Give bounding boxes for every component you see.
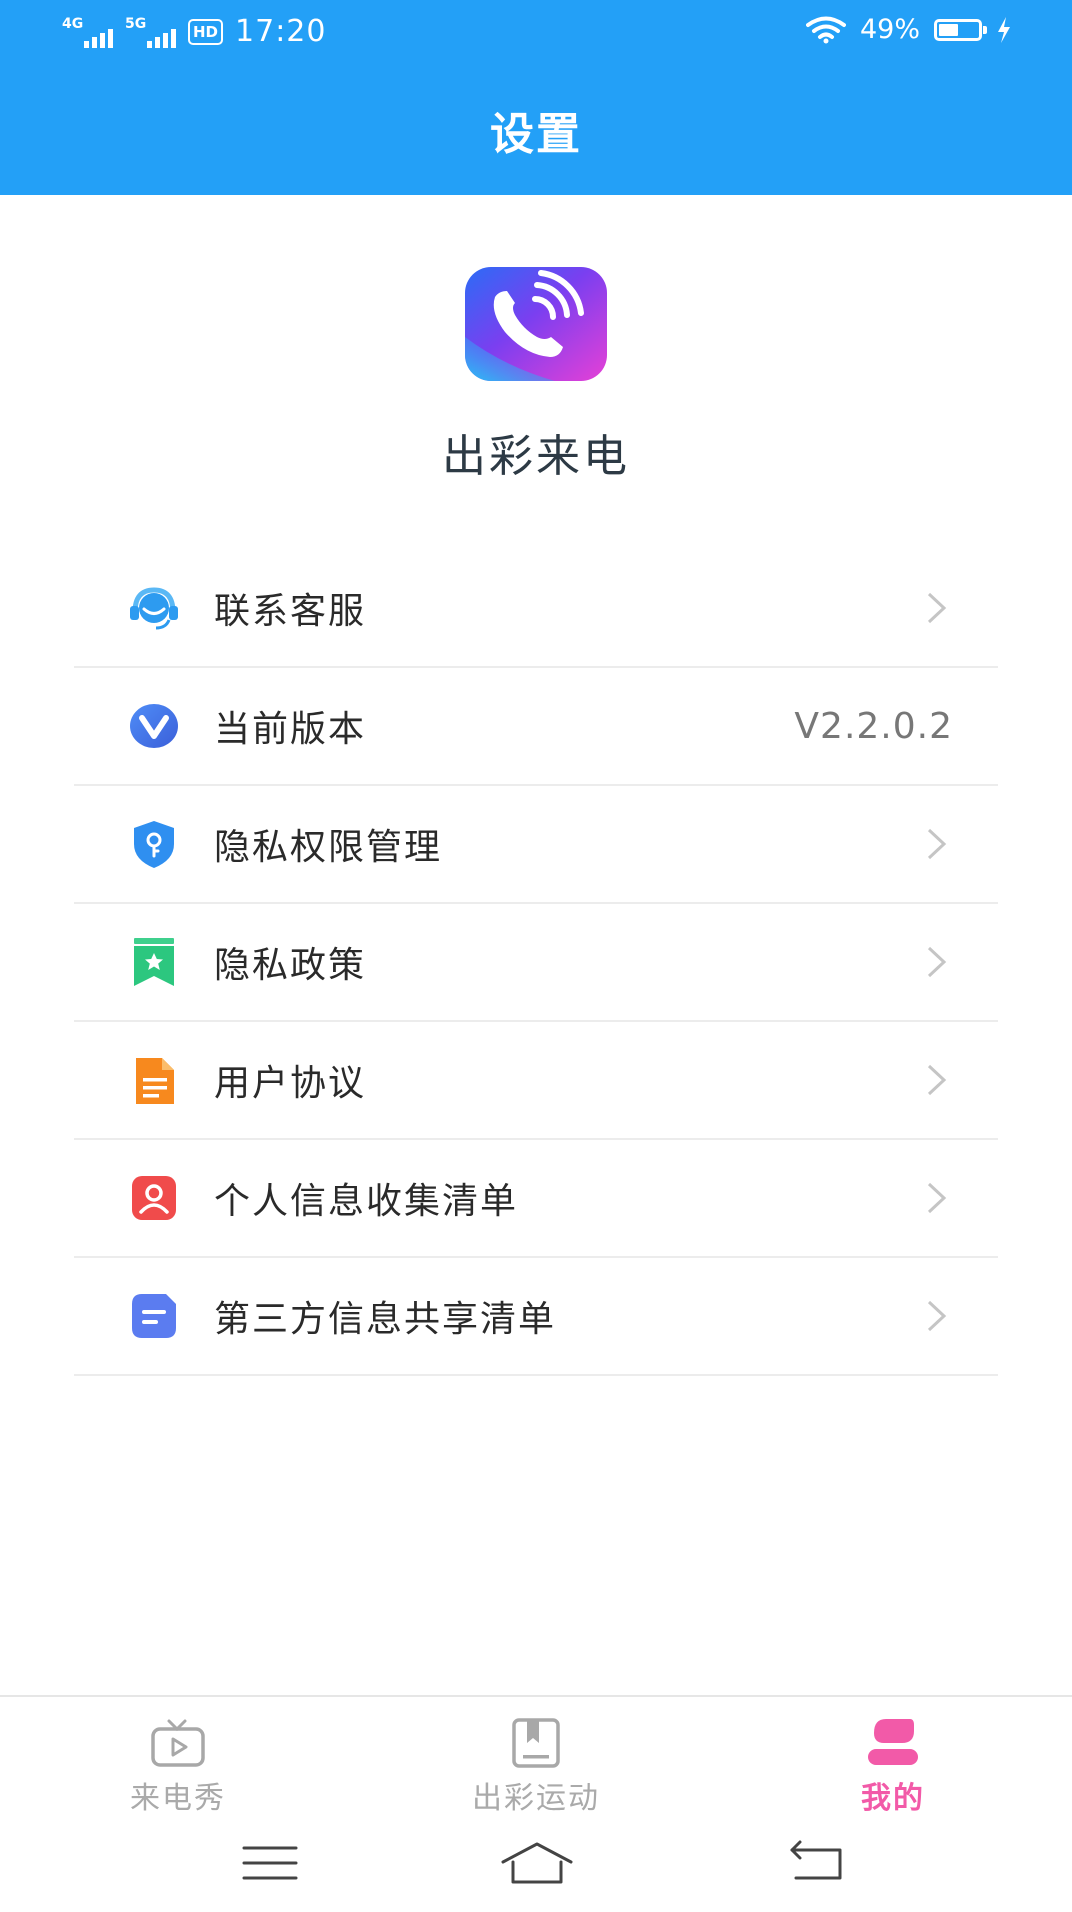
chevron-right-icon: [927, 1300, 947, 1332]
settings-screen: 4G 5G HD 17:20 49% 设置 出彩来电 联系客服 当前版本 V2.…: [0, 0, 1072, 1912]
top-bar: 4G 5G HD 17:20 49% 设置: [0, 0, 1072, 195]
hd-voice-icon: HD: [188, 18, 224, 45]
chevron-right-icon: [927, 1064, 947, 1096]
headset-icon: [130, 587, 178, 630]
menu-item-label: 第三方信息共享清单: [214, 1299, 557, 1340]
menu-item-third-party-sharing[interactable]: 第三方信息共享清单: [74, 1258, 998, 1376]
battery-icon: [934, 18, 987, 41]
tab-label: 来电秀: [130, 1781, 226, 1816]
tab-label: 出彩运动: [472, 1781, 600, 1816]
menu-icon[interactable]: [230, 1838, 310, 1888]
clock: 17:20: [235, 14, 327, 49]
menu-item-privacy-permissions[interactable]: 隐私权限管理: [74, 786, 998, 904]
menu-item-user-agreement[interactable]: 用户协议: [74, 1022, 998, 1140]
back-icon[interactable]: [778, 1838, 858, 1888]
wifi-icon: [805, 16, 846, 43]
list-card-icon: [132, 1294, 176, 1338]
status-bar: 4G 5G HD 17:20 49%: [0, 0, 1072, 68]
shield-key-icon: [134, 821, 174, 868]
page-title: 设置: [490, 109, 582, 160]
profile-icon: [868, 1719, 918, 1765]
menu-item-label: 当前版本: [214, 709, 367, 750]
menu-item-privacy-policy[interactable]: 隐私政策: [74, 904, 998, 1022]
user-card-icon: [132, 1176, 176, 1220]
network-label-2: 5G: [125, 15, 147, 32]
version-value: V2.2.0.2: [794, 705, 953, 747]
menu-item-customer-service[interactable]: 联系客服: [74, 550, 998, 668]
charging-icon: [998, 16, 1010, 43]
tab-label: 我的: [861, 1781, 925, 1816]
chevron-right-icon: [927, 828, 947, 860]
battery-fill: [939, 23, 958, 36]
tv-play-icon: [151, 1719, 205, 1767]
chevron-right-icon: [927, 592, 947, 624]
signal-5g-icon: 5G: [125, 16, 176, 48]
book-icon: [512, 1718, 560, 1768]
tab-mine[interactable]: 我的: [763, 1697, 1023, 1822]
status-right: 49%: [805, 14, 1012, 45]
network-label-1: 4G: [62, 15, 84, 32]
app-name: 出彩来电: [442, 431, 630, 482]
chevron-right-icon: [927, 946, 947, 978]
app-logo: [465, 267, 607, 381]
battery-percent: 49%: [859, 14, 920, 45]
home-icon[interactable]: [497, 1838, 577, 1888]
menu-item-label: 隐私政策: [214, 945, 367, 986]
menu-item-label: 个人信息收集清单: [214, 1181, 519, 1222]
document-icon: [136, 1058, 174, 1104]
tab-call-show[interactable]: 来电秀: [48, 1697, 308, 1822]
signal-4g-icon: 4G: [62, 16, 113, 48]
settings-menu: 联系客服 当前版本 V2.2.0.2 隐私权限管理 隐私政策 用户协议 个人信息…: [74, 550, 998, 1376]
chevron-right-icon: [927, 1182, 947, 1214]
status-left: 4G 5G HD 17:20: [62, 14, 326, 49]
menu-item-label: 用户协议: [214, 1063, 367, 1104]
system-nav-bar: [0, 1820, 1072, 1912]
menu-item-current-version[interactable]: 当前版本 V2.2.0.2: [74, 668, 998, 786]
menu-item-personal-info-list[interactable]: 个人信息收集清单: [74, 1140, 998, 1258]
bottom-nav: 来电秀 出彩运动 我的: [0, 1695, 1072, 1822]
tab-sports[interactable]: 出彩运动: [406, 1697, 666, 1822]
menu-item-label: 隐私权限管理: [214, 827, 443, 868]
version-icon: [130, 704, 178, 748]
menu-item-label: 联系客服: [214, 591, 367, 632]
bookmark-star-icon: [134, 938, 174, 986]
